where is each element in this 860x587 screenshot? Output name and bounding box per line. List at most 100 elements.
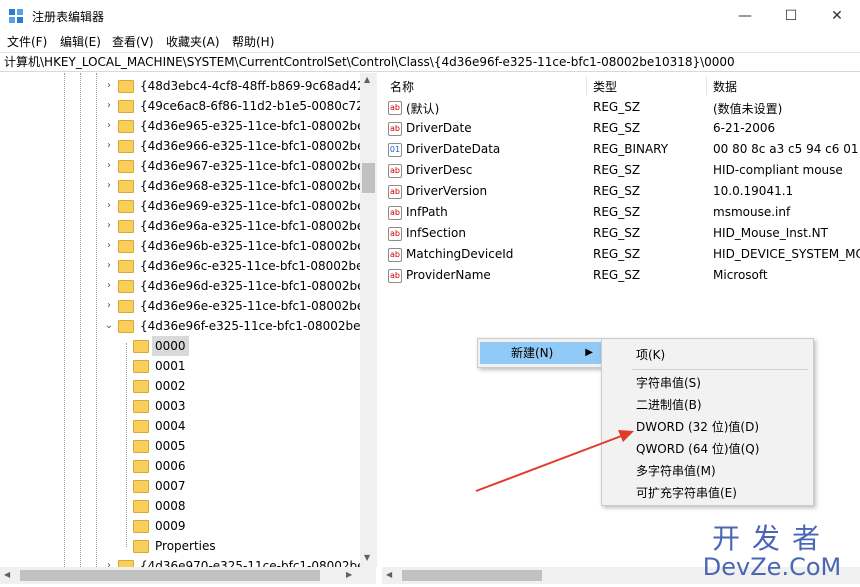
value-type[interactable]: REG_SZ (593, 121, 640, 135)
value-name[interactable]: InfPath (406, 205, 448, 219)
string-value-icon: ab (388, 101, 402, 115)
value-data[interactable]: HID_DEVICE_SYSTEM_MO (713, 247, 860, 261)
expand-chevron-icon[interactable]: › (104, 276, 114, 296)
menu-file[interactable]: 文件(F) (7, 33, 47, 50)
tree-hscroll-thumb[interactable] (20, 570, 320, 581)
tree-vertical-scrollbar[interactable]: ▲ ▼ (360, 73, 377, 567)
value-type[interactable]: REG_SZ (593, 163, 640, 177)
value-type[interactable]: REG_BINARY (593, 142, 668, 156)
submenu-multistring-value[interactable]: 多字符串值(M) (636, 462, 716, 479)
tree-key[interactable]: {4d36e968-e325-11ce-bfc1-08002be10 (140, 176, 375, 196)
tree-key[interactable]: {48d3ebc4-4cf8-48ff-b869-9c68ad42eb9 (140, 76, 375, 96)
tree-key[interactable]: {4d36e96e-e325-11ce-bfc1-08002be10 (140, 296, 375, 316)
expand-chevron-icon[interactable]: › (104, 256, 114, 276)
value-data[interactable]: Microsoft (713, 268, 768, 282)
tree-key[interactable]: {4d36e967-e325-11ce-bfc1-08002be10 (140, 156, 375, 176)
tree-subkey[interactable]: 0001 (152, 356, 189, 376)
value-data[interactable]: 6-21-2006 (713, 121, 775, 135)
tree-key-selected[interactable]: 0000 (152, 336, 189, 356)
value-name[interactable]: DriverVersion (406, 184, 487, 198)
expand-chevron-icon[interactable]: › (104, 296, 114, 316)
tree-key[interactable]: {4d36e96f-e325-11ce-bfc1-08002be10 (140, 316, 375, 336)
tree-subkey[interactable]: 0003 (152, 396, 189, 416)
tree-subkey[interactable]: 0004 (152, 416, 189, 436)
value-type[interactable]: REG_SZ (593, 268, 640, 282)
tree-subkey[interactable]: 0006 (152, 456, 189, 476)
submenu-binary-value[interactable]: 二进制值(B) (636, 396, 702, 413)
expand-chevron-icon[interactable]: › (104, 556, 114, 567)
expand-chevron-icon[interactable]: › (104, 196, 114, 216)
list-hscroll-thumb[interactable] (402, 570, 542, 581)
menu-help[interactable]: 帮助(H) (232, 33, 274, 50)
column-header-data[interactable]: 数据 (713, 78, 737, 95)
expand-chevron-icon[interactable]: › (104, 176, 114, 196)
tree-key[interactable]: {4d36e96d-e325-11ce-bfc1-08002be10 (140, 276, 375, 296)
tree-key[interactable]: {4d36e965-e325-11ce-bfc1-08002be10 (140, 116, 375, 136)
submenu-arrow-icon: ▶ (585, 347, 593, 358)
submenu-qword-value[interactable]: QWORD (64 位)值(Q) (636, 440, 759, 457)
value-data[interactable]: 00 80 8c a3 c5 94 c6 01 (713, 142, 858, 156)
expand-chevron-icon[interactable]: › (104, 96, 114, 116)
tree-key[interactable]: {4d36e96c-e325-11ce-bfc1-08002be10 (140, 256, 375, 276)
minimize-button[interactable]: — (722, 0, 768, 31)
value-type[interactable]: REG_SZ (593, 100, 640, 114)
tree-subkey[interactable]: 0005 (152, 436, 189, 456)
expand-chevron-icon[interactable]: › (104, 216, 114, 236)
expand-chevron-icon[interactable]: › (104, 236, 114, 256)
submenu-expandable-string-value[interactable]: 可扩充字符串值(E) (636, 484, 737, 501)
key-tree[interactable]: › {48d3ebc4-4cf8-48ff-b869-9c68ad42eb9 › {4… (0, 73, 376, 567)
value-type[interactable]: REG_SZ (593, 247, 640, 261)
value-name[interactable]: MatchingDeviceId (406, 247, 513, 261)
value-name[interactable]: (默认) (406, 100, 439, 117)
folder-icon (118, 260, 134, 273)
column-header-name[interactable]: 名称 (390, 78, 414, 95)
tree-subkey[interactable]: 0002 (152, 376, 189, 396)
value-data[interactable]: HID-compliant mouse (713, 163, 843, 177)
tree-key[interactable]: {4d36e966-e325-11ce-bfc1-08002be10 (140, 136, 375, 156)
tree-scroll-thumb[interactable] (362, 163, 375, 193)
tree-subkey[interactable]: 0009 (152, 516, 189, 536)
expand-chevron-icon[interactable]: › (104, 76, 114, 96)
maximize-button[interactable]: ☐ (768, 0, 814, 31)
folder-icon (118, 240, 134, 253)
window-title: 注册表编辑器 (32, 10, 105, 24)
folder-icon (118, 80, 134, 93)
value-type[interactable]: REG_SZ (593, 205, 640, 219)
submenu-key[interactable]: 项(K) (636, 346, 665, 363)
expand-chevron-icon[interactable]: › (104, 156, 114, 176)
value-data[interactable]: 10.0.19041.1 (713, 184, 793, 198)
tree-key[interactable]: {4d36e969-e325-11ce-bfc1-08002be10 (140, 196, 375, 216)
scroll-down-icon: ▼ (364, 553, 371, 562)
value-type[interactable]: REG_SZ (593, 184, 640, 198)
value-data[interactable]: msmouse.inf (713, 205, 790, 219)
context-new-item[interactable]: 新建(N) ▶ (480, 342, 601, 364)
value-name[interactable]: ProviderName (406, 268, 491, 282)
value-name[interactable]: DriverDateData (406, 142, 500, 156)
tree-key[interactable]: {4d36e96a-e325-11ce-bfc1-08002be10 (140, 216, 375, 236)
tree-subkey[interactable]: Properties (152, 536, 219, 556)
tree-key[interactable]: {4d36e970-e325-11ce-bfc1-08002be10 (140, 556, 375, 567)
column-header-type[interactable]: 类型 (593, 78, 617, 95)
value-data[interactable]: (数值未设置) (713, 100, 782, 117)
expand-chevron-icon[interactable]: › (104, 116, 114, 136)
collapse-chevron-icon[interactable]: ⌄ (104, 316, 114, 336)
tree-horizontal-scrollbar[interactable]: ◀ ▶ (0, 567, 376, 584)
address-bar[interactable]: 计算机\HKEY_LOCAL_MACHINE\SYSTEM\CurrentCon… (0, 52, 860, 72)
tree-subkey[interactable]: 0008 (152, 496, 189, 516)
submenu-dword-value[interactable]: DWORD (32 位)值(D) (636, 418, 759, 435)
value-name[interactable]: DriverDesc (406, 163, 472, 177)
tree-subkey[interactable]: 0007 (152, 476, 189, 496)
value-type[interactable]: REG_SZ (593, 226, 640, 240)
expand-chevron-icon[interactable]: › (104, 136, 114, 156)
folder-icon (133, 500, 149, 513)
value-name[interactable]: InfSection (406, 226, 466, 240)
value-data[interactable]: HID_Mouse_Inst.NT (713, 226, 828, 240)
menu-view[interactable]: 查看(V) (112, 33, 154, 50)
menu-edit[interactable]: 编辑(E) (60, 33, 101, 50)
tree-key[interactable]: {4d36e96b-e325-11ce-bfc1-08002be10 (140, 236, 375, 256)
tree-key[interactable]: {49ce6ac8-6f86-11d2-b1e5-0080c72e74a (140, 96, 375, 116)
submenu-string-value[interactable]: 字符串值(S) (636, 374, 701, 391)
value-name[interactable]: DriverDate (406, 121, 472, 135)
close-button[interactable]: ✕ (814, 0, 860, 31)
menu-favorites[interactable]: 收藏夹(A) (166, 33, 220, 50)
